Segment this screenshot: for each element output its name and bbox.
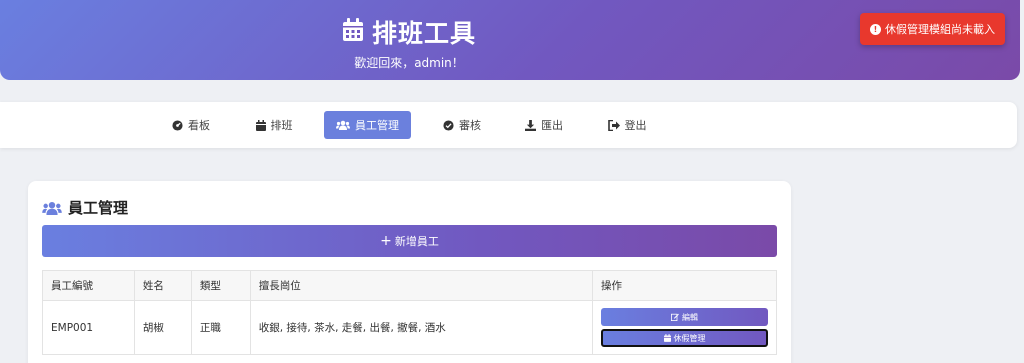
column-header-name: 姓名 xyxy=(133,270,192,301)
plus-icon: + xyxy=(380,233,392,249)
nav-item-logout[interactable]: 登出 xyxy=(597,111,657,139)
nav-label: 匯出 xyxy=(541,119,563,132)
column-header-skills: 擅長崗位 xyxy=(249,270,594,301)
app-title: 排班工具 xyxy=(0,14,818,50)
table-header-row: 員工編號 姓名 類型 擅長崗位 操作 xyxy=(42,270,777,301)
app-title-text: 排班工具 xyxy=(371,19,476,48)
employee-id: EMP001 xyxy=(42,300,135,355)
nav-item-export[interactable]: 匯出 xyxy=(514,111,574,139)
calendar-icon xyxy=(663,334,671,342)
nav-item-schedule[interactable]: 排班 xyxy=(245,111,303,139)
nav-label: 登出 xyxy=(624,119,647,132)
users-icon xyxy=(42,201,62,215)
employee-management-card: 員工管理 + 新增員工 員工編號 姓名 類型 擅長崗位 操作 EMP001 胡椒… xyxy=(28,181,791,363)
edit-icon xyxy=(671,313,679,321)
toast-message: 休假管理模組尚未載入 xyxy=(885,23,995,36)
error-toast[interactable]: ! 休假管理模組尚未載入 xyxy=(860,13,1005,45)
section-title: 員工管理 xyxy=(42,197,128,218)
edit-button[interactable]: 編輯 xyxy=(601,308,768,326)
dashboard-icon xyxy=(172,119,183,131)
employee-type: 正職 xyxy=(190,300,251,355)
leave-management-button[interactable]: 休假管理 xyxy=(601,329,768,347)
employee-name: 胡椒 xyxy=(133,300,192,355)
nav-label: 排班 xyxy=(270,119,293,132)
employee-skills: 收銀, 接待, 茶水, 走餐, 出餐, 撤餐, 酒水 xyxy=(249,300,594,355)
column-header-actions: 操作 xyxy=(592,270,777,301)
welcome-message: 歡迎回來，admin！ xyxy=(354,56,464,70)
nav-item-dashboard[interactable]: 看板 xyxy=(162,111,220,139)
edit-label: 編輯 xyxy=(682,312,698,322)
nav-label: 員工管理 xyxy=(355,119,399,132)
leave-management-label: 休假管理 xyxy=(673,333,706,343)
section-title-text: 員工管理 xyxy=(68,199,129,217)
alert-icon: ! xyxy=(870,23,881,35)
calendar-icon xyxy=(255,119,266,131)
employee-table: 員工編號 姓名 類型 擅長崗位 操作 EMP001 胡椒 正職 收銀, 接待, … xyxy=(42,270,777,355)
table-row: EMP001 胡椒 正職 收銀, 接待, 茶水, 走餐, 出餐, 撤餐, 酒水 … xyxy=(42,300,777,355)
add-employee-label: 新增員工 xyxy=(394,235,439,248)
check-circle-icon xyxy=(443,119,454,131)
employee-actions: 編輯 休假管理 xyxy=(592,300,777,355)
nav-label: 看板 xyxy=(188,119,210,132)
nav-item-review[interactable]: 審核 xyxy=(432,111,492,139)
users-icon xyxy=(336,120,350,130)
main-nav: 看板 排班 員工管理 審核 匯出 登出 xyxy=(0,102,1017,148)
nav-item-employees[interactable]: 員工管理 xyxy=(324,111,411,139)
column-header-id: 員工編號 xyxy=(42,270,135,301)
column-header-type: 類型 xyxy=(190,270,251,301)
add-employee-button[interactable]: + 新增員工 xyxy=(42,225,777,257)
sign-out-icon xyxy=(607,119,620,131)
calendar-icon xyxy=(342,18,364,46)
nav-label: 審核 xyxy=(459,119,481,132)
download-icon xyxy=(525,119,536,131)
